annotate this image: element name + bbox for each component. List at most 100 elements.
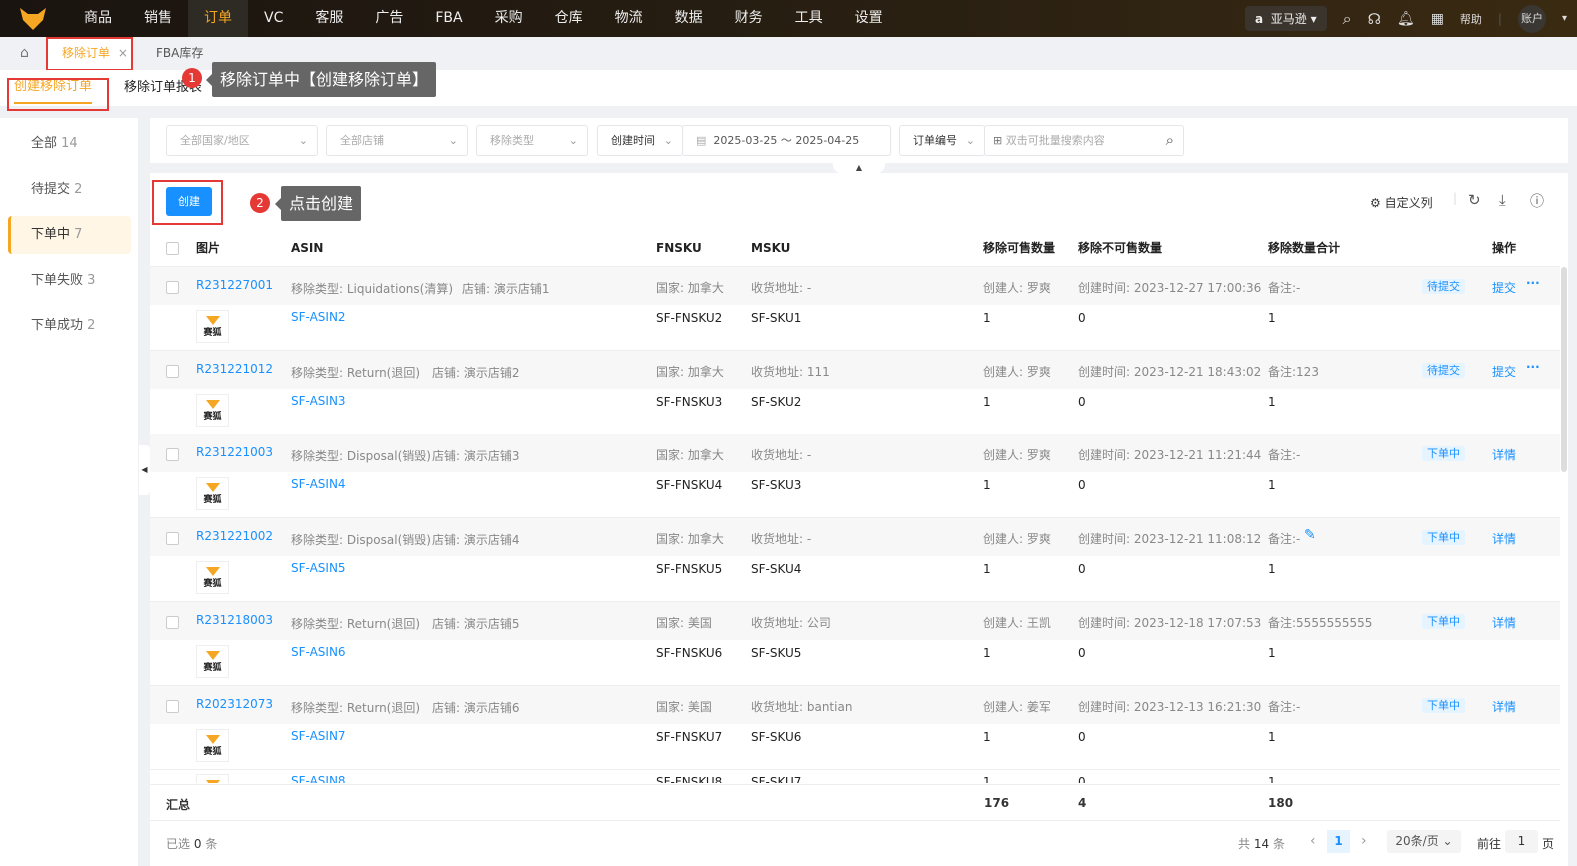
date-range-picker[interactable]: ▤ 2025-03-25 ～ 2025-04-25 <box>682 125 891 156</box>
next-page-icon[interactable]: › <box>1361 833 1367 849</box>
nav-item[interactable]: 设置 <box>839 0 899 37</box>
row-action-link[interactable]: 详情 <box>1492 530 1516 547</box>
sidebar-item[interactable]: 全部 14 <box>8 125 131 163</box>
page-size-select[interactable]: 20条/页 ⌄ <box>1387 830 1461 853</box>
page-1-button[interactable]: 1 <box>1327 830 1350 853</box>
row-checkbox[interactable] <box>166 281 179 294</box>
nav-item[interactable]: VC <box>248 0 299 37</box>
row-checkbox[interactable] <box>166 615 179 629</box>
order-id-link[interactable]: R231221003 <box>196 445 273 459</box>
collapse-filters-icon[interactable]: ▲ <box>833 163 885 173</box>
remark: 备注:123 <box>1268 364 1319 379</box>
created-time: 创建时间: 2023-12-21 11:08:12 <box>1078 532 1262 547</box>
country: 国家: 加拿大 <box>656 448 724 463</box>
address: 收货地址: 公司 <box>751 615 831 630</box>
address: 收货地址: bantian <box>751 699 853 714</box>
created-time: 创建时间: 2023-12-21 11:21:44 <box>1078 448 1262 463</box>
search-icon[interactable]: ⌕ <box>1166 126 1174 155</box>
apps-grid-icon[interactable]: ▦ <box>1431 11 1444 27</box>
asin-link[interactable]: SF-ASIN4 <box>291 477 346 491</box>
thumbnail-text: 赛狐 <box>203 411 222 422</box>
order-id-link[interactable]: R231218003 <box>196 613 273 627</box>
store-select[interactable]: 全部店铺 ⌄ <box>326 125 468 156</box>
asin-link[interactable]: SF-ASIN8 <box>291 774 346 783</box>
summary-total: 180 <box>1268 796 1294 810</box>
custom-columns-button[interactable]: ⚙ 自定义列 <box>1370 194 1433 211</box>
nav-item[interactable]: 商品 <box>68 0 128 37</box>
settings-icon: ⚙ <box>1370 196 1381 210</box>
collapse-sidebar-icon[interactable]: ◀ <box>139 445 150 495</box>
nav-item[interactable]: 销售 <box>128 0 188 37</box>
nav-item[interactable]: 订单 <box>188 0 248 37</box>
step-badge: 2 <box>250 193 270 213</box>
more-icon[interactable]: ··· <box>1526 276 1540 290</box>
goto-page-input[interactable]: 1 <box>1505 830 1538 853</box>
row-action-link[interactable]: 提交 <box>1492 363 1516 380</box>
download-icon[interactable]: ⤓ <box>1499 191 1506 209</box>
nav-item[interactable]: 数据 <box>659 0 719 37</box>
avatar[interactable]: 账户 <box>1517 4 1546 33</box>
country-select[interactable]: 全部国家/地区 ⌄ <box>166 125 318 156</box>
headset-icon[interactable]: ☊ <box>1368 10 1381 28</box>
nav-item[interactable]: 工具 <box>779 0 839 37</box>
row-checkbox[interactable] <box>166 448 179 462</box>
sidebar-item[interactable]: 下单失败 3 <box>8 262 131 300</box>
sidebar-item[interactable]: 下单中 7 <box>8 216 131 254</box>
asin-link[interactable]: SF-ASIN7 <box>291 729 346 743</box>
order-id-link[interactable]: R231227001 <box>196 278 273 292</box>
time-type-select[interactable]: 创建时间 ⌄ <box>597 125 683 156</box>
asin-link[interactable]: SF-ASIN6 <box>291 645 346 659</box>
row-action-link[interactable]: 详情 <box>1492 698 1516 715</box>
help-link[interactable]: 帮助 <box>1460 11 1482 27</box>
nav-item[interactable]: 采购 <box>479 0 539 37</box>
bell-icon[interactable]: 🔔︎ <box>1397 11 1415 27</box>
sidebar-item[interactable]: 待提交 2 <box>8 171 131 209</box>
refresh-icon[interactable]: ↻ <box>1468 191 1481 209</box>
account-dropdown-icon[interactable]: ▾ <box>1562 13 1567 24</box>
select-all-checkbox[interactable] <box>166 242 179 255</box>
fox-logo-icon <box>205 483 220 493</box>
edit-remark-icon[interactable]: ✎ <box>1304 527 1316 543</box>
order-id-link[interactable]: R202312073 <box>196 697 273 711</box>
search-input[interactable]: ⊞ 双击可批量搜索内容 ⌕ <box>984 125 1184 156</box>
order-id-link[interactable]: R231221002 <box>196 529 273 543</box>
search-type-select[interactable]: 订单编号 ⌄ <box>899 125 985 156</box>
msku: SF-SKU3 <box>751 478 802 493</box>
remark: 备注:- <box>1268 699 1301 714</box>
row-action-link[interactable]: 提交 <box>1492 279 1516 296</box>
more-icon[interactable]: ··· <box>1526 360 1540 374</box>
row-checkbox[interactable] <box>166 532 179 546</box>
marketplace-select[interactable]: a 亚马逊 ▾ <box>1245 6 1327 31</box>
search-icon[interactable]: ⌕ <box>1343 9 1352 29</box>
help-icon[interactable]: ⓘ <box>1530 191 1544 211</box>
nav-item[interactable]: 广告 <box>359 0 419 37</box>
nav-item[interactable]: 物流 <box>599 0 659 37</box>
asin-link[interactable]: SF-ASIN2 <box>291 310 346 324</box>
row-action-link[interactable]: 详情 <box>1492 614 1516 631</box>
country: 国家: 加拿大 <box>656 532 724 547</box>
row-action-link[interactable]: 详情 <box>1492 446 1516 463</box>
nav-item[interactable]: 客服 <box>299 0 359 37</box>
nav-item[interactable]: 仓库 <box>539 0 599 37</box>
batch-search-icon[interactable]: ⊞ <box>993 134 1002 147</box>
fox-logo-icon <box>205 780 220 783</box>
address: 收货地址: 111 <box>751 364 830 379</box>
prev-page-icon[interactable]: ‹ <box>1310 833 1316 849</box>
sellable-qty: 1 <box>983 775 991 783</box>
sidebar-item[interactable]: 下单成功 2 <box>8 307 131 345</box>
remark: 备注:- <box>1268 448 1301 463</box>
order-id-link[interactable]: R231221012 <box>196 362 273 376</box>
sellable-qty: 1 <box>983 562 991 577</box>
product-thumbnail: 赛狐 <box>196 774 229 783</box>
asin-link[interactable]: SF-ASIN5 <box>291 561 346 575</box>
asin-link[interactable]: SF-ASIN3 <box>291 394 346 408</box>
nav-item[interactable]: FBA <box>419 0 478 37</box>
tab-fba-inventory[interactable]: FBA库存 <box>156 37 203 70</box>
summary-sellable: 176 <box>984 796 1010 810</box>
row-checkbox[interactable] <box>166 699 179 713</box>
table-scrollbar[interactable] <box>1561 267 1567 472</box>
nav-item[interactable]: 财务 <box>719 0 779 37</box>
row-checkbox[interactable] <box>166 364 179 378</box>
type-select[interactable]: 移除类型 ⌄ <box>476 125 588 156</box>
home-icon[interactable]: ⌂ <box>20 37 29 70</box>
